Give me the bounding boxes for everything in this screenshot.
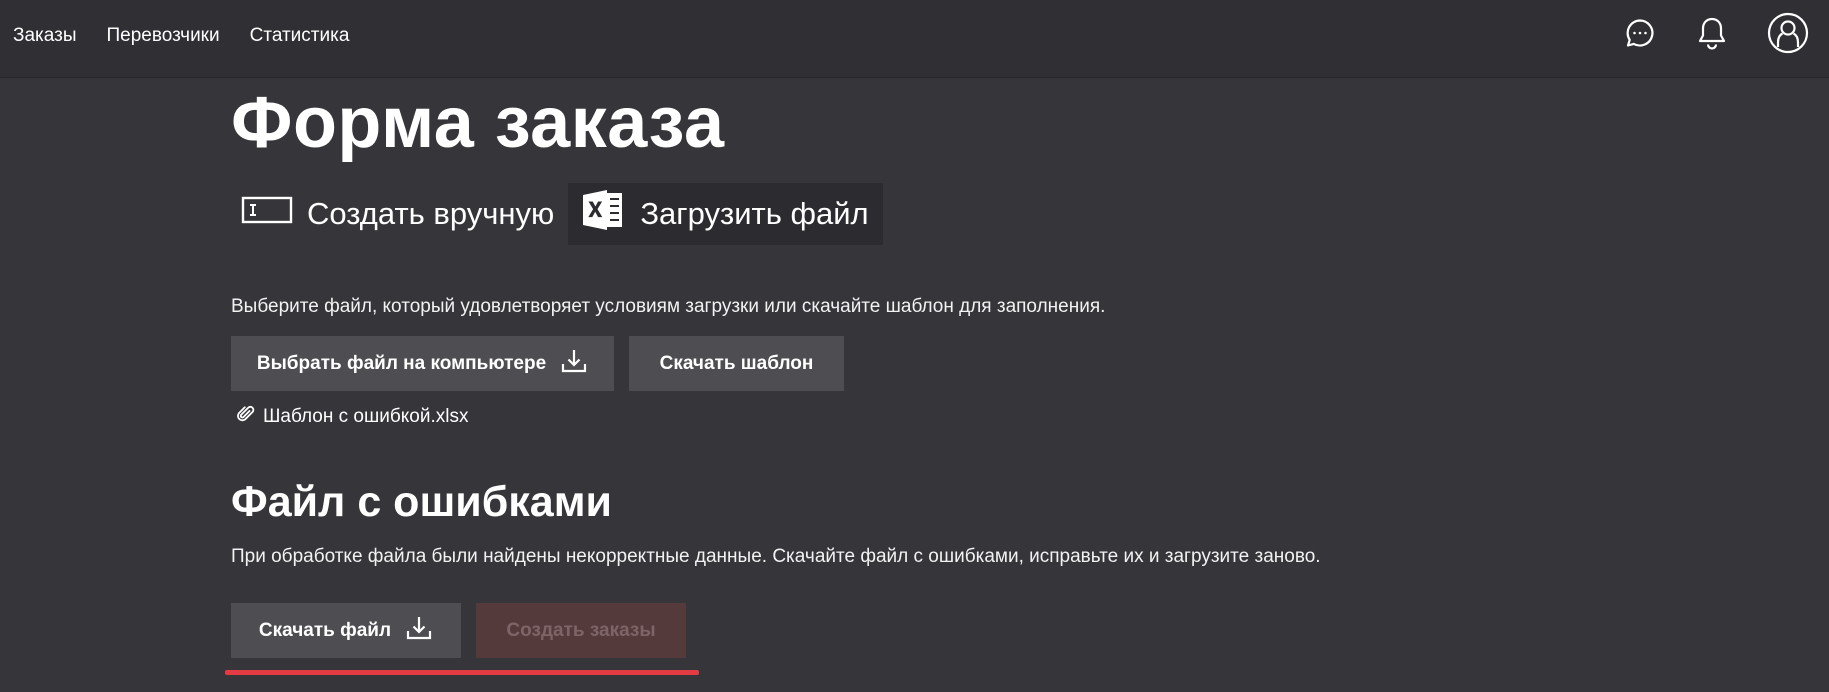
nav-item-orders[interactable]: Заказы: [13, 25, 77, 47]
bell-icon[interactable]: [1695, 16, 1729, 50]
download-template-button-label: Скачать шаблон: [659, 352, 814, 374]
download-file-button-label: Скачать файл: [258, 619, 392, 641]
errors-description: При обработке файла были найдены некорре…: [231, 546, 1321, 567]
attached-file-name: Шаблон с ошибкой.xlsx: [263, 406, 469, 427]
nav-item-carriers[interactable]: Перевозчики: [107, 25, 220, 47]
chat-icon[interactable]: [1623, 16, 1657, 50]
download-icon: [560, 347, 588, 381]
choose-file-button[interactable]: Выбрать файл на компьютере: [231, 336, 614, 391]
mode-tabs: Создать вручную Загрузить файл: [231, 183, 883, 245]
upload-hint: Выберите файл, который удовлетворяет усл…: [231, 296, 1106, 317]
red-underline-divider: [225, 670, 699, 675]
excel-icon: [580, 187, 626, 241]
paperclip-icon: [237, 405, 255, 429]
nav-item-statistics[interactable]: Статистика: [250, 25, 350, 47]
main-nav: Заказы Перевозчики Статистика: [13, 25, 349, 47]
choose-file-button-label: Выбрать файл на компьютере: [256, 352, 547, 374]
create-orders-button-label: Создать заказы: [506, 619, 656, 641]
errors-section-title: Файл с ошибками: [231, 478, 612, 526]
text-field-icon: [241, 195, 293, 233]
tab-upload-file[interactable]: Загрузить файл: [568, 183, 883, 245]
header-actions: [1623, 12, 1809, 54]
download-template-button[interactable]: Скачать шаблон: [629, 336, 844, 391]
download-file-button[interactable]: Скачать файл: [231, 603, 461, 658]
attached-file[interactable]: Шаблон с ошибкой.xlsx: [237, 405, 468, 429]
tab-upload-file-label: Загрузить файл: [640, 196, 869, 231]
tab-create-manually-label: Создать вручную: [307, 196, 555, 231]
top-navigation-bar: Заказы Перевозчики Статистика: [0, 0, 1829, 78]
user-avatar-icon[interactable]: [1767, 12, 1809, 54]
create-orders-button[interactable]: Создать заказы: [476, 603, 686, 658]
tab-create-manually[interactable]: Создать вручную: [231, 183, 568, 245]
download-icon: [405, 614, 433, 648]
page-title: Форма заказа: [231, 83, 725, 163]
